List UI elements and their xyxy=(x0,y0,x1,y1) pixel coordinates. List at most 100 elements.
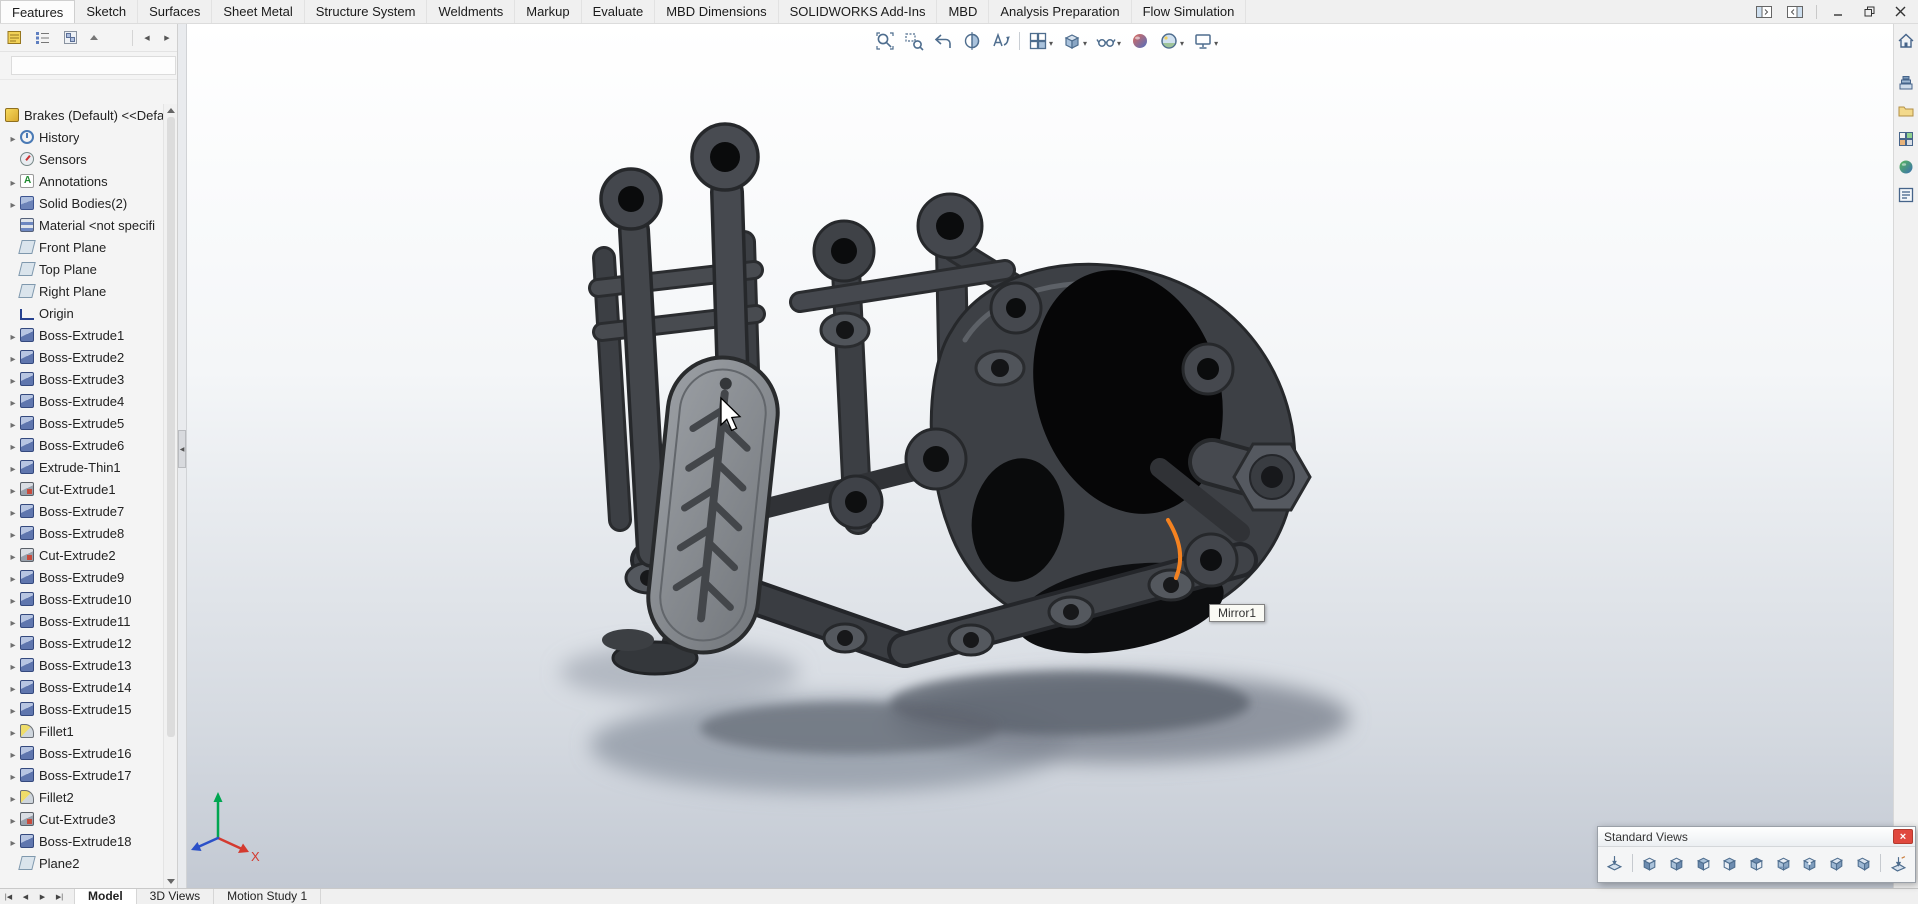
document-tab[interactable]: Motion Study 1 xyxy=(213,889,321,904)
expand-arrow-icon[interactable] xyxy=(6,372,20,387)
tree-scrollbar[interactable] xyxy=(163,104,177,888)
tree-item[interactable]: Boss-Extrude12 xyxy=(0,632,163,654)
menu-tab[interactable]: MBD Dimensions xyxy=(655,0,778,23)
toggle-left-pane-icon[interactable] xyxy=(1749,1,1779,23)
edit-appearance-icon[interactable] xyxy=(1127,27,1153,55)
trimetric-view-icon[interactable] xyxy=(1825,850,1849,876)
featuremanager-tree-tab-icon[interactable] xyxy=(4,28,24,48)
view-settings-icon[interactable] xyxy=(1190,27,1221,55)
front-view-icon[interactable] xyxy=(1638,850,1662,876)
close-icon[interactable] xyxy=(1885,1,1915,23)
last-tab-icon[interactable] xyxy=(51,889,68,904)
tree-item[interactable]: Boss-Extrude10 xyxy=(0,588,163,610)
expand-arrow-icon[interactable] xyxy=(6,482,20,497)
tree-item[interactable]: Origin xyxy=(0,302,163,324)
tree-item[interactable]: Sensors xyxy=(0,148,163,170)
restore-icon[interactable] xyxy=(1854,1,1884,23)
expand-arrow-icon[interactable] xyxy=(6,394,20,409)
tree-root-item[interactable]: Brakes (Default) <<Defau xyxy=(0,104,163,126)
expand-arrow-icon[interactable] xyxy=(6,570,20,585)
collapse-panel-icon[interactable] xyxy=(90,35,98,40)
solidworks-resources-icon[interactable] xyxy=(1895,30,1917,52)
expand-arrow-icon[interactable] xyxy=(6,174,20,189)
model-3d-view[interactable]: X Z xyxy=(187,24,1893,888)
expand-arrow-icon[interactable] xyxy=(6,834,20,849)
menu-tab[interactable]: Structure System xyxy=(305,0,428,23)
tree-item[interactable]: Fillet2 xyxy=(0,786,163,808)
top-view-icon[interactable] xyxy=(1745,850,1769,876)
right-view-icon[interactable] xyxy=(1718,850,1742,876)
section-view-icon[interactable] xyxy=(959,27,985,55)
menu-tab[interactable]: Markup xyxy=(515,0,581,23)
menu-tab[interactable]: MBD xyxy=(937,0,989,23)
custom-properties-icon[interactable] xyxy=(1895,184,1917,206)
tree-item[interactable]: Material <not specifi xyxy=(0,214,163,236)
tree-item[interactable]: Boss-Extrude9 xyxy=(0,566,163,588)
close-icon[interactable] xyxy=(1893,829,1913,844)
expand-arrow-icon[interactable] xyxy=(6,614,20,629)
expand-arrow-icon[interactable] xyxy=(6,328,20,343)
tree-item[interactable]: Boss-Extrude2 xyxy=(0,346,163,368)
scrollbar-thumb[interactable] xyxy=(167,117,175,737)
tree-item[interactable]: Solid Bodies(2) xyxy=(0,192,163,214)
expand-arrow-icon[interactable] xyxy=(6,130,20,145)
expand-arrow-icon[interactable] xyxy=(6,702,20,717)
scroll-tabs-right-icon[interactable] xyxy=(161,34,173,42)
expand-arrow-icon[interactable] xyxy=(6,768,20,783)
display-style-icon[interactable] xyxy=(1059,27,1090,55)
display-pane-tab-icon[interactable] xyxy=(32,28,52,48)
menu-tab[interactable]: Evaluate xyxy=(582,0,656,23)
document-tab[interactable]: 3D Views xyxy=(136,889,214,904)
scroll-tabs-left-icon[interactable] xyxy=(141,34,153,42)
view-selector-icon[interactable] xyxy=(1603,850,1627,876)
tree-item[interactable]: Plane2 xyxy=(0,852,163,874)
expand-arrow-icon[interactable] xyxy=(6,592,20,607)
isometric-view-icon[interactable] xyxy=(1798,850,1822,876)
expand-arrow-icon[interactable] xyxy=(6,812,20,827)
tree-item[interactable]: Boss-Extrude15 xyxy=(0,698,163,720)
tree-item[interactable]: Boss-Extrude6 xyxy=(0,434,163,456)
tree-filter-input[interactable] xyxy=(11,56,176,75)
tree-item[interactable]: Boss-Extrude8 xyxy=(0,522,163,544)
menu-tab[interactable]: SOLIDWORKS Add-Ins xyxy=(779,0,938,23)
file-explorer-icon[interactable] xyxy=(1895,100,1917,122)
expand-arrow-icon[interactable] xyxy=(6,724,20,739)
next-tab-icon[interactable] xyxy=(34,889,51,904)
panel-splitter[interactable] xyxy=(178,24,187,888)
tree-item[interactable]: Cut-Extrude1 xyxy=(0,478,163,500)
previous-view-icon[interactable] xyxy=(930,27,956,55)
hide-show-items-icon[interactable] xyxy=(1093,27,1124,55)
dimetric-view-icon[interactable] xyxy=(1852,850,1876,876)
menu-tab[interactable]: Sheet Metal xyxy=(212,0,304,23)
menu-tab[interactable]: Sketch xyxy=(75,0,138,23)
tree-item[interactable]: Boss-Extrude1 xyxy=(0,324,163,346)
standard-views-toolbar[interactable]: Standard Views xyxy=(1597,826,1916,883)
minimize-icon[interactable] xyxy=(1823,1,1853,23)
tree-item[interactable]: Annotations xyxy=(0,170,163,192)
tree-item[interactable]: Boss-Extrude13 xyxy=(0,654,163,676)
expand-arrow-icon[interactable] xyxy=(6,548,20,563)
splitter-collapse-handle[interactable] xyxy=(178,430,186,468)
back-view-icon[interactable] xyxy=(1664,850,1688,876)
tree-item[interactable]: Boss-Extrude7 xyxy=(0,500,163,522)
expand-arrow-icon[interactable] xyxy=(6,658,20,673)
expand-arrow-icon[interactable] xyxy=(6,790,20,805)
tree-item[interactable]: Cut-Extrude2 xyxy=(0,544,163,566)
scroll-up-icon[interactable] xyxy=(167,108,175,113)
expand-arrow-icon[interactable] xyxy=(6,680,20,695)
dynamic-annotation-views-icon[interactable] xyxy=(988,27,1014,55)
expand-arrow-icon[interactable] xyxy=(6,438,20,453)
zoom-to-area-icon[interactable] xyxy=(901,27,927,55)
expand-arrow-icon[interactable] xyxy=(6,504,20,519)
menu-tab[interactable]: Analysis Preparation xyxy=(989,0,1131,23)
tree-item[interactable]: Boss-Extrude3 xyxy=(0,368,163,390)
tree-item[interactable]: Fillet1 xyxy=(0,720,163,742)
tree-item[interactable]: Cut-Extrude3 xyxy=(0,808,163,830)
menu-tab[interactable]: Features xyxy=(0,0,75,23)
zoom-to-fit-icon[interactable] xyxy=(872,27,898,55)
tree-item[interactable]: Boss-Extrude11 xyxy=(0,610,163,632)
tree-item[interactable]: History xyxy=(0,126,163,148)
appearances-scenes-icon[interactable] xyxy=(1895,156,1917,178)
tree-item[interactable]: Boss-Extrude14 xyxy=(0,676,163,698)
expand-arrow-icon[interactable] xyxy=(6,416,20,431)
